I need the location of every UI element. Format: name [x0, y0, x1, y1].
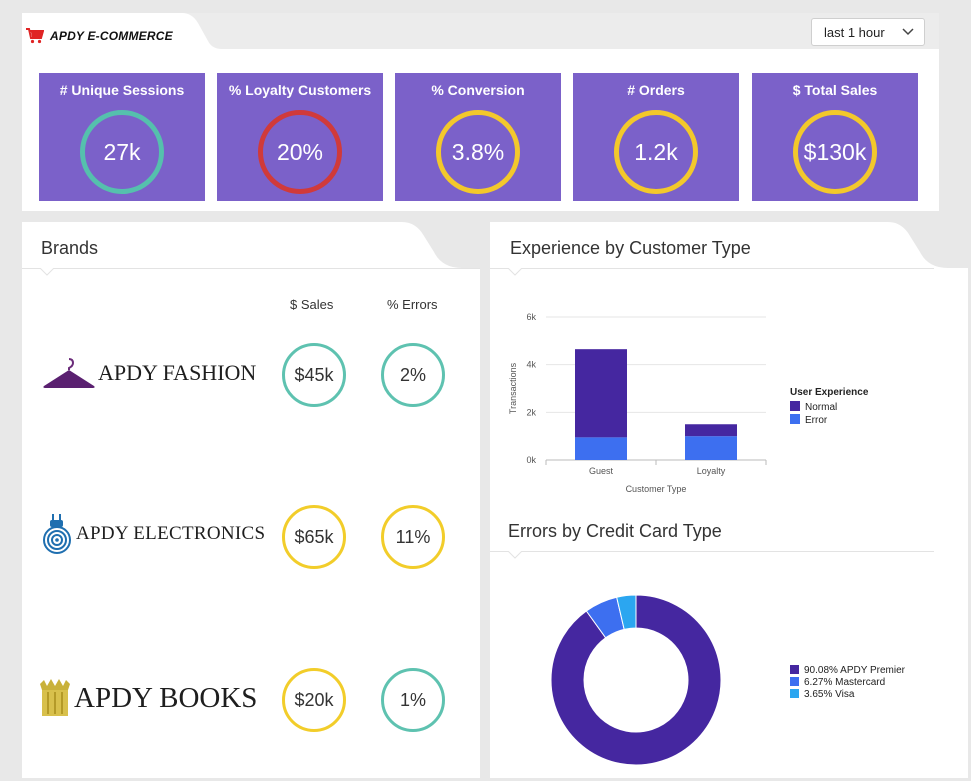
brand-row-electronics[interactable]: APDY ELECTRONICS	[42, 514, 265, 554]
x-tick-label: Guest	[589, 466, 614, 476]
errors-column-header: % Errors	[387, 297, 438, 312]
kpi-value-ring: 3.8%	[436, 110, 520, 194]
bar-segment	[575, 437, 627, 460]
plug-target-icon	[43, 514, 71, 554]
kpi-value-ring: 27k	[80, 110, 164, 194]
brand-sales-value: $45k	[282, 343, 346, 407]
y-tick-label: 2k	[526, 407, 536, 417]
brands-title: Brands	[41, 238, 99, 258]
kpi-unique-sessions[interactable]: # Unique Sessions 27k	[39, 73, 205, 201]
x-tick-label: Loyalty	[697, 466, 726, 476]
kpi-label: % Loyalty Customers	[228, 82, 372, 98]
brand-errors-value: 1%	[381, 668, 445, 732]
legend-swatch	[790, 677, 799, 686]
kpi-orders[interactable]: # Orders 1.2k	[573, 73, 739, 201]
y-tick-label: 6k	[526, 312, 536, 322]
brand-row-fashion[interactable]: APDY FASHION	[42, 356, 256, 390]
divider	[490, 551, 934, 552]
kpi-label: # Orders	[627, 82, 685, 98]
brand-row-books[interactable]: APDY BOOKS	[38, 678, 257, 718]
legend-label: 6.27% Mastercard	[804, 677, 885, 688]
brand-errors-value: 2%	[381, 343, 445, 407]
time-range-dropdown[interactable]: last 1 hour	[811, 18, 925, 46]
brand-name: APDY ELECTRONICS	[76, 523, 266, 544]
y-axis-label: Transactions	[508, 362, 518, 414]
y-tick-label: 4k	[526, 360, 536, 370]
sales-column-header: $ Sales	[290, 297, 334, 312]
brand-sales-value: $20k	[282, 668, 346, 732]
brand-name: APDY BOOKS	[74, 681, 258, 714]
divider-notch	[508, 551, 522, 559]
bar-segment	[685, 436, 737, 460]
kpi-conversion[interactable]: % Conversion 3.8%	[395, 73, 561, 201]
legend-label: 90.08% APDY Premier	[804, 665, 906, 676]
errors-title: Errors by Credit Card Type	[508, 521, 722, 541]
divider	[490, 268, 934, 269]
legend-label: Normal	[805, 402, 837, 413]
legend-swatch	[790, 401, 800, 411]
bar-segment	[685, 424, 737, 437]
app-title: APDY E-COMMERCE	[50, 29, 173, 43]
header-panel: APDY E-COMMERCE last 1 hour # Unique Ses…	[22, 13, 939, 211]
legend-swatch	[790, 665, 799, 674]
app-logo: APDY E-COMMERCE	[26, 28, 173, 44]
experience-bar-chart: 0k 2k 4k 6k Guest Loyalty Customer Type Transac…	[508, 312, 869, 494]
x-axis-label: Customer Type	[626, 484, 687, 494]
kpi-value-ring: 1.2k	[614, 110, 698, 194]
shopping-cart-icon	[26, 28, 44, 44]
divider-notch	[508, 268, 522, 276]
charts-panel: Experience by Customer Type 0k 2k 4k 6k Gues…	[490, 222, 968, 778]
brands-panel: Brands $ Sales % Errors APDY FASHION $45…	[22, 222, 480, 778]
chevron-down-icon	[902, 28, 914, 36]
kpi-label: $ Total Sales	[792, 82, 878, 98]
kpi-total-sales[interactable]: $ Total Sales $130k	[752, 73, 918, 201]
hanger-icon	[43, 358, 95, 388]
legend-swatch	[790, 414, 800, 424]
kpi-label: % Conversion	[431, 82, 525, 98]
divider-notch	[40, 268, 54, 276]
experience-title: Experience by Customer Type	[510, 238, 751, 258]
divider	[22, 268, 480, 269]
kpi-label: # Unique Sessions	[59, 82, 185, 98]
books-icon	[40, 679, 70, 716]
brand-sales-value: $65k	[282, 505, 346, 569]
kpi-value-ring: 20%	[258, 110, 342, 194]
y-tick-label: 0k	[526, 455, 536, 465]
credit-card-donut-chart: 90.08% APDY Premier6.27% Mastercard3.65%…	[550, 594, 906, 766]
legend-label: 3.65% Visa	[804, 689, 855, 700]
panel-tab-corner	[888, 222, 968, 268]
kpi-loyalty-customers[interactable]: % Loyalty Customers 20%	[217, 73, 383, 201]
bar-segment	[575, 349, 627, 438]
legend-label: Error	[805, 415, 828, 426]
legend-title: User Experience	[790, 387, 869, 398]
legend-swatch	[790, 689, 799, 698]
brand-errors-value: 11%	[381, 505, 445, 569]
time-range-value: last 1 hour	[824, 24, 885, 40]
kpi-value-ring: $130k	[793, 110, 877, 194]
panel-tab-corner	[402, 222, 480, 268]
brand-name: APDY FASHION	[98, 360, 257, 385]
